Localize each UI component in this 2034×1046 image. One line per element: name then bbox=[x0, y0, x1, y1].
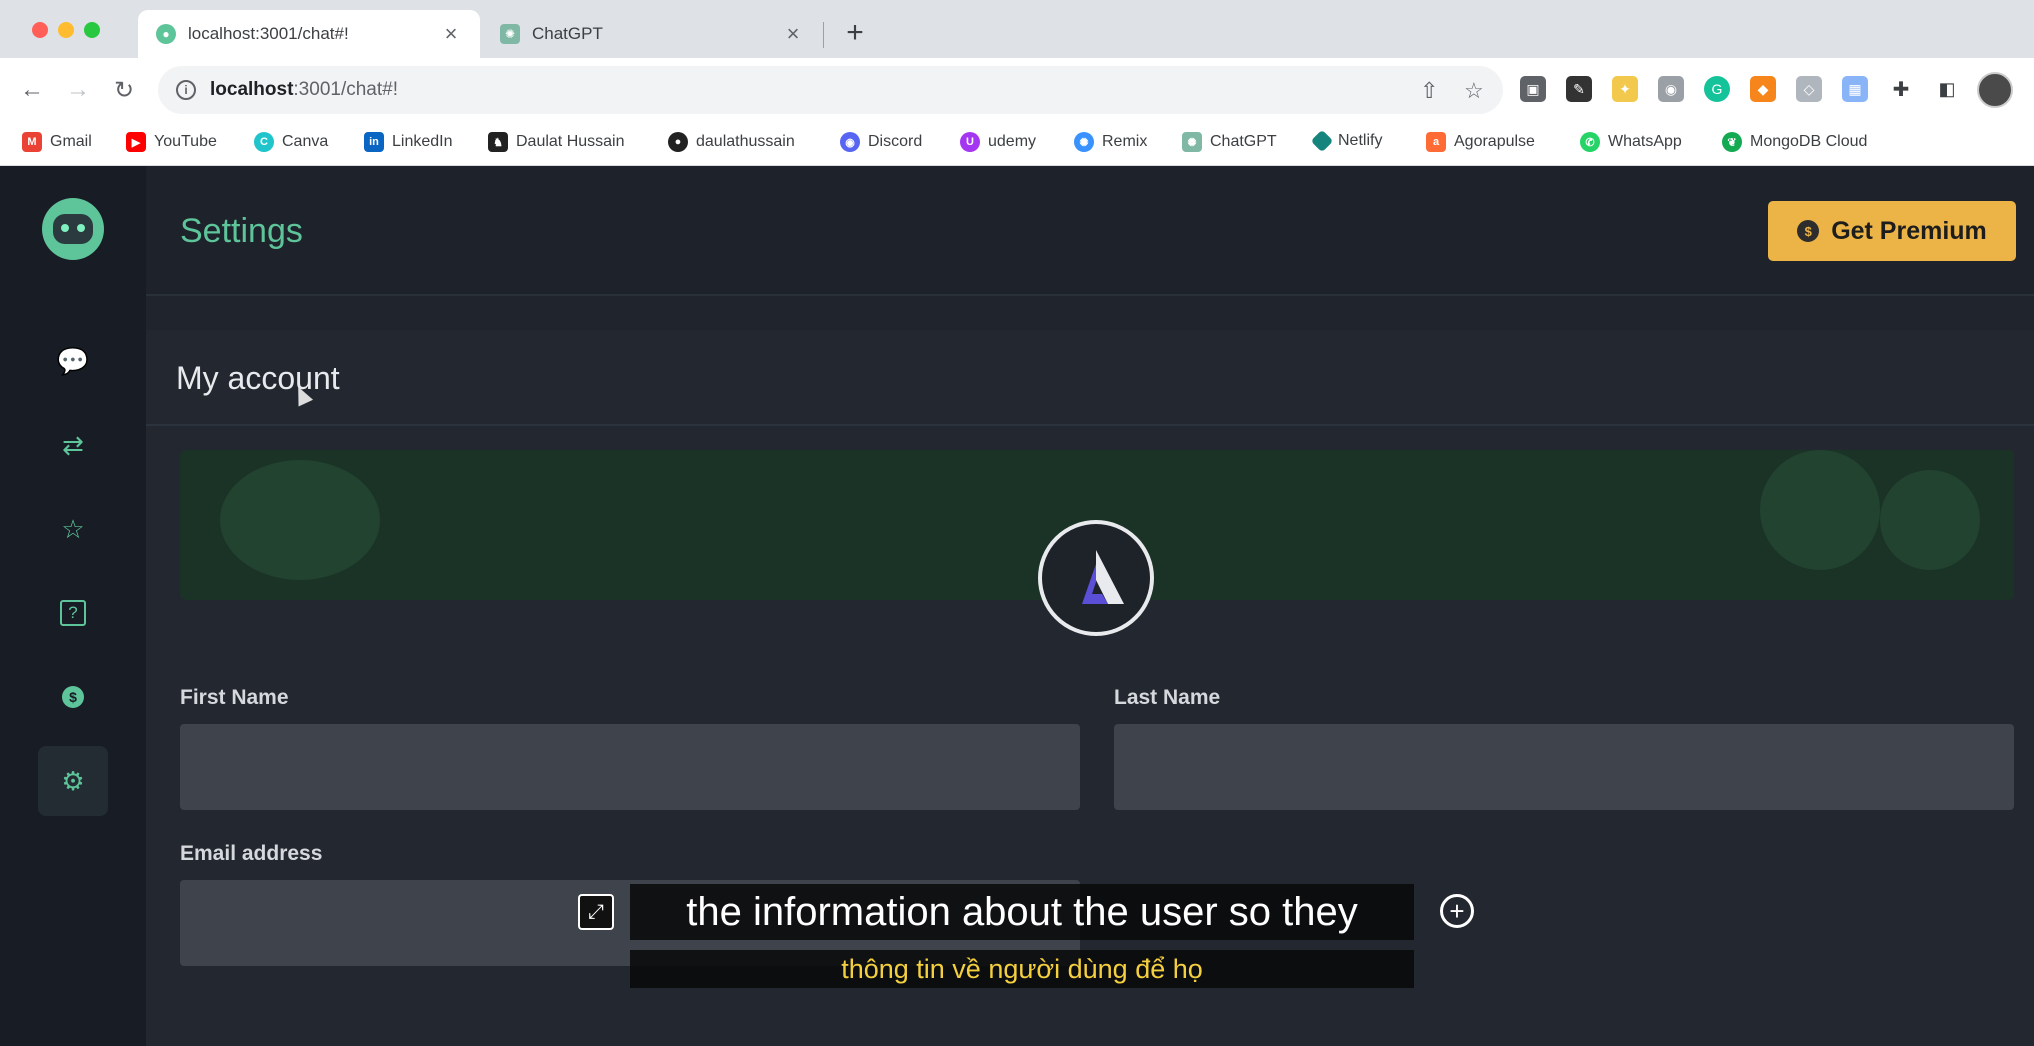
robot-logo-icon[interactable] bbox=[42, 198, 104, 260]
chat-bubble-icon: 💬 bbox=[56, 345, 90, 376]
sidebar-item-swap[interactable]: ⇄ bbox=[38, 410, 108, 480]
agorapulse-icon: a bbox=[1426, 132, 1446, 152]
share-icon[interactable]: ⇧ bbox=[1420, 78, 1438, 104]
bookmark-linkedin[interactable]: in LinkedIn bbox=[364, 132, 453, 152]
linkedin-icon: in bbox=[364, 132, 384, 152]
mongodb-icon: ❦ bbox=[1722, 132, 1742, 152]
extension-metamask-icon[interactable]: ◆ bbox=[1750, 76, 1776, 102]
reload-icon[interactable]: ↻ bbox=[106, 72, 142, 108]
close-tab-icon[interactable]: × bbox=[440, 21, 462, 47]
canva-icon: C bbox=[254, 132, 274, 152]
tab-separator bbox=[823, 22, 824, 48]
bookmark-remix[interactable]: ✺ Remix bbox=[1074, 132, 1147, 152]
bookmark-canva[interactable]: C Canva bbox=[254, 132, 328, 152]
page-title: Settings bbox=[180, 212, 303, 250]
tab-chatgpt[interactable]: ✺ ChatGPT × bbox=[482, 10, 822, 58]
netlify-icon bbox=[1310, 129, 1334, 153]
dollar-coin-icon: $ bbox=[1797, 220, 1820, 242]
extension-shield-icon[interactable]: ◇ bbox=[1796, 76, 1822, 102]
discord-icon: ◉ bbox=[840, 132, 860, 152]
bookmark-chatgpt[interactable]: ✺ ChatGPT bbox=[1182, 132, 1277, 152]
address-bar[interactable]: i localhost:3001/chat#! ⇧ ☆ bbox=[158, 66, 1503, 114]
gmail-icon: M bbox=[22, 132, 42, 152]
udemy-icon: U bbox=[960, 132, 980, 152]
robot-favicon-icon: ● bbox=[156, 24, 176, 44]
swap-arrows-icon: ⇄ bbox=[62, 429, 84, 460]
whatsapp-icon: ✆ bbox=[1580, 132, 1600, 152]
extension-grammarly-icon[interactable]: G bbox=[1704, 76, 1730, 102]
horse-icon: ♞ bbox=[488, 132, 508, 152]
side-panel-icon[interactable]: ◧ bbox=[1934, 76, 1960, 102]
bookmark-udemy[interactable]: Uudemy bbox=[960, 132, 1036, 152]
extension-grid-icon[interactable]: ▦ bbox=[1842, 76, 1868, 102]
first-name-label: First Name bbox=[180, 686, 289, 709]
first-name-field[interactable] bbox=[180, 724, 1080, 810]
profile-avatar[interactable] bbox=[1977, 72, 2013, 108]
bookmark-mongodb[interactable]: ❦ MongoDB Cloud bbox=[1722, 132, 1867, 152]
window-close-button[interactable] bbox=[32, 22, 48, 38]
star-icon: ☆ bbox=[61, 513, 85, 544]
triangle-logo-icon bbox=[1082, 550, 1124, 604]
browser-toolbar: ← → ↻ i localhost:3001/chat#! ⇧ ☆ ▣ ✎ ✦ … bbox=[0, 58, 2034, 122]
window-minimize-button[interactable] bbox=[58, 22, 74, 38]
section-title: My account bbox=[176, 360, 340, 396]
sidebar-item-favorites[interactable]: ☆ bbox=[38, 494, 108, 564]
extensions-puzzle-icon[interactable]: ✚ bbox=[1888, 76, 1914, 102]
remix-icon: ✺ bbox=[1074, 132, 1094, 152]
close-tab-icon[interactable]: × bbox=[782, 21, 804, 47]
browser-tab-bar: ● localhost:3001/chat#! × ✺ ChatGPT × + bbox=[0, 0, 2034, 58]
url-path: :3001/chat#! bbox=[293, 79, 398, 100]
bookmark-gmail[interactable]: M Gmail bbox=[22, 132, 92, 152]
extension-camera-icon[interactable]: ◉ bbox=[1658, 76, 1684, 102]
bookmark-agorapulse[interactable]: a Agorapulse bbox=[1426, 132, 1535, 152]
bookmark-whatsapp[interactable]: ✆ WhatsApp bbox=[1580, 132, 1682, 152]
user-avatar[interactable] bbox=[1038, 520, 1154, 636]
divider bbox=[146, 424, 2034, 426]
tab-title: ChatGPT bbox=[532, 24, 603, 43]
sidebar-item-help[interactable]: ? bbox=[38, 578, 108, 648]
github-icon: ● bbox=[668, 132, 688, 152]
forward-arrow-icon[interactable]: → bbox=[60, 72, 96, 108]
youtube-icon: ▶ bbox=[126, 132, 146, 152]
tab-localhost[interactable]: ● localhost:3001/chat#! × bbox=[138, 10, 480, 58]
chatgpt-icon: ✺ bbox=[1182, 132, 1202, 152]
sidebar-item-billing[interactable]: $ bbox=[38, 662, 108, 732]
bookmark-netlify[interactable]: Netlify bbox=[1310, 129, 1382, 153]
tab-title: localhost:3001/chat#! bbox=[188, 24, 349, 43]
sidebar: 💬 ⇄ ☆ ? $ ⚙ bbox=[0, 166, 146, 1046]
extension-screen-icon[interactable]: ▣ bbox=[1520, 76, 1546, 102]
extension-note-icon[interactable]: ✦ bbox=[1612, 76, 1638, 102]
window-zoom-button[interactable] bbox=[84, 22, 100, 38]
bookmark-youtube[interactable]: ▶ YouTube bbox=[126, 132, 217, 152]
new-tab-button[interactable]: + bbox=[838, 16, 872, 50]
get-premium-label: Get Premium bbox=[1831, 216, 1987, 245]
bookmark-star-icon[interactable]: ☆ bbox=[1464, 78, 1484, 104]
sidebar-item-chat[interactable]: 💬 bbox=[38, 326, 108, 396]
last-name-label: Last Name bbox=[1114, 686, 1221, 709]
expand-icon[interactable]: ⤢ bbox=[578, 894, 614, 930]
url-host: localhost bbox=[210, 79, 294, 100]
add-circle-icon[interactable]: + bbox=[1440, 894, 1474, 928]
email-label: Email address bbox=[180, 842, 323, 865]
last-name-field[interactable] bbox=[1114, 724, 2014, 810]
extension-pen-icon[interactable]: ✎ bbox=[1566, 76, 1592, 102]
gear-icon: ⚙ bbox=[61, 765, 85, 796]
bookmarks-bar: M Gmail ▶ YouTube C Canva in LinkedIn ♞ Daula… bbox=[0, 122, 2034, 166]
question-box-icon: ? bbox=[60, 600, 86, 626]
bookmark-discord[interactable]: ◉ Discord bbox=[840, 132, 922, 152]
bookmark-github[interactable]: ● daulathussain bbox=[668, 132, 795, 152]
bookmark-daulat-hussain[interactable]: ♞ Daulat Hussain bbox=[488, 132, 625, 152]
chatgpt-favicon-icon: ✺ bbox=[500, 24, 520, 44]
get-premium-button[interactable]: $ Get Premium bbox=[1768, 201, 2016, 261]
page-header: Settings $ Get Premium bbox=[146, 166, 2034, 296]
caption-line: the information about the user so they bbox=[630, 884, 1414, 940]
site-info-icon[interactable]: i bbox=[176, 80, 196, 100]
back-arrow-icon[interactable]: ← bbox=[14, 72, 50, 108]
sidebar-item-settings[interactable]: ⚙ bbox=[38, 746, 108, 816]
dollar-coin-icon: $ bbox=[62, 686, 84, 708]
caption-translation: thông tin về người dùng để họ bbox=[630, 950, 1414, 988]
